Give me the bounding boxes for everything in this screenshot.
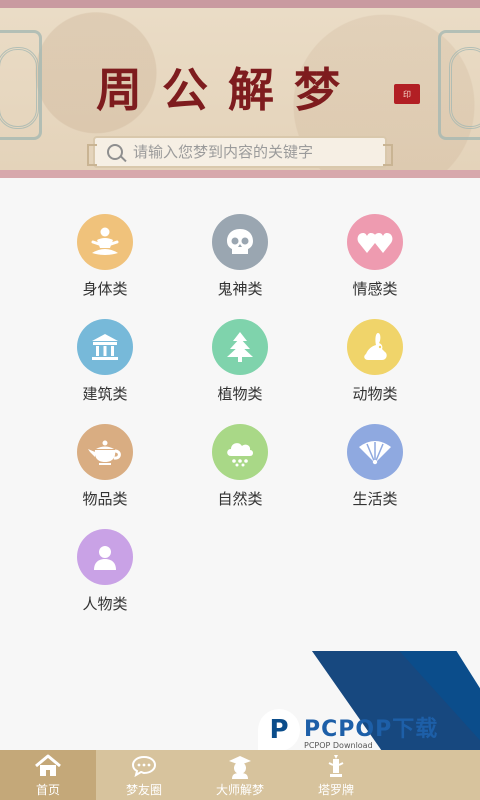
- pcpop-logo-icon: P: [258, 709, 300, 751]
- tab-label: 梦友圈: [125, 782, 162, 797]
- chat-icon: [131, 753, 157, 779]
- category-emotion[interactable]: 情感类: [315, 214, 435, 318]
- app-title: 周公解梦: [96, 63, 360, 117]
- search-input[interactable]: [133, 143, 385, 161]
- left-ornament-icon: [0, 30, 42, 140]
- master-icon: [226, 753, 254, 779]
- category-grid: 身体类 鬼神类 情感类 建筑类 植物类 动物类 物品类 自然类 生活类 人物类: [0, 186, 480, 626]
- teapot-icon: [77, 424, 133, 480]
- category-label: 自然类: [217, 490, 263, 508]
- search-icon: [107, 144, 123, 160]
- tab-label: 首页: [35, 782, 60, 797]
- promo-logo: P PCPOP下载 PCPOP Download: [258, 705, 463, 755]
- meditation-icon: [77, 214, 133, 270]
- tab-label: 塔罗牌: [317, 782, 354, 797]
- pine-tree-icon: [212, 319, 268, 375]
- person-icon: [77, 529, 133, 585]
- seal-text: 印: [403, 89, 411, 99]
- tab-dream-circle[interactable]: 梦友圈: [96, 750, 192, 800]
- tab-label: 大师解梦: [215, 782, 264, 797]
- category-label: 物品类: [82, 490, 128, 508]
- tab-home[interactable]: 首页: [0, 750, 96, 800]
- folding-fan-icon: [347, 424, 403, 480]
- category-label: 植物类: [217, 385, 263, 403]
- search-bar[interactable]: [87, 136, 393, 168]
- promo-brand: PCPOP下载: [304, 716, 439, 742]
- category-label: 动物类: [352, 385, 398, 403]
- rabbit-icon: [347, 319, 403, 375]
- tab-master-dream[interactable]: 大师解梦: [192, 750, 288, 800]
- category-label: 鬼神类: [217, 280, 263, 298]
- tab-tarot[interactable]: 塔罗牌: [288, 750, 384, 800]
- temple-icon: [77, 319, 133, 375]
- category-animal[interactable]: 动物类: [315, 319, 435, 423]
- right-ornament-icon: [438, 30, 480, 140]
- category-label: 人物类: [82, 595, 128, 613]
- category-label: 生活类: [352, 490, 398, 508]
- category-building[interactable]: 建筑类: [45, 319, 165, 423]
- category-label: 情感类: [352, 280, 398, 298]
- category-person[interactable]: 人物类: [45, 529, 165, 633]
- category-item[interactable]: 物品类: [45, 424, 165, 528]
- seal-stamp-icon: 印: [394, 84, 420, 104]
- bottom-tab-bar: 首页 梦友圈 大师解梦 塔罗牌: [0, 750, 480, 800]
- category-label: 建筑类: [82, 385, 128, 403]
- category-ghost[interactable]: 鬼神类: [180, 214, 300, 318]
- tarot-icon: [324, 753, 348, 779]
- category-life[interactable]: 生活类: [315, 424, 435, 528]
- category-plant[interactable]: 植物类: [180, 319, 300, 423]
- category-nature[interactable]: 自然类: [180, 424, 300, 528]
- skull-icon: [212, 214, 268, 270]
- category-label: 身体类: [82, 280, 128, 298]
- home-icon: [34, 753, 62, 779]
- header-banner: 周公解梦 印: [0, 0, 480, 178]
- hearts-icon: [347, 214, 403, 270]
- category-body[interactable]: 身体类: [45, 214, 165, 318]
- rain-cloud-icon: [212, 424, 268, 480]
